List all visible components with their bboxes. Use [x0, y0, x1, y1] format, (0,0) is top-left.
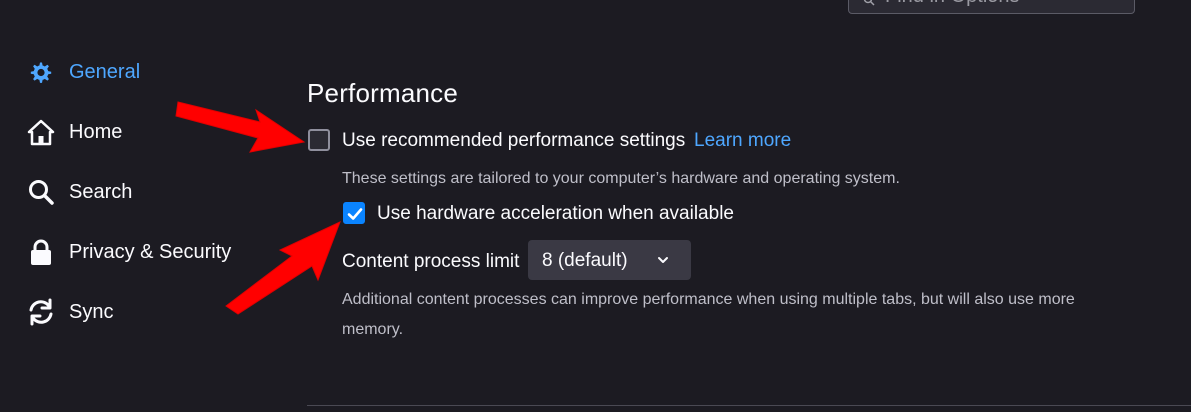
hardware-acceleration-label[interactable]: Use hardware acceleration when available — [377, 203, 734, 225]
sidebar-item-home[interactable]: Home — [26, 112, 122, 152]
sync-icon — [26, 297, 56, 327]
home-icon — [26, 117, 56, 147]
lock-icon — [26, 237, 56, 267]
sidebar-item-general[interactable]: General — [26, 52, 140, 92]
sidebar-item-label: General — [69, 60, 141, 83]
sidebar-item-label: Home — [69, 120, 123, 143]
sidebar-item-search[interactable]: Search — [26, 172, 132, 212]
content-process-limit-value: 8 (default) — [542, 250, 628, 271]
content-process-description-line1: Additional content processes can improve… — [342, 291, 1075, 308]
section-title-performance: Performance — [307, 78, 459, 108]
checkmark-icon — [347, 208, 363, 220]
recommended-performance-description: These settings are tailored to your comp… — [342, 170, 900, 187]
hardware-acceleration-checkbox[interactable] — [343, 202, 365, 224]
learn-more-link[interactable]: Learn more — [694, 130, 791, 152]
sidebar: General Home Search Privacy & Security S… — [0, 0, 280, 412]
sidebar-item-label: Sync — [69, 300, 114, 323]
search-icon — [26, 177, 56, 207]
sidebar-item-label: Privacy & Security — [69, 240, 232, 263]
sidebar-item-privacy-security[interactable]: Privacy & Security — [26, 232, 231, 272]
recommended-performance-checkbox[interactable] — [308, 129, 330, 151]
gear-icon — [26, 57, 56, 87]
search-options-box[interactable]: Find in Options — [848, 0, 1135, 14]
search-icon — [863, 0, 875, 6]
sidebar-item-sync[interactable]: Sync — [26, 292, 113, 332]
sidebar-item-label: Search — [69, 180, 133, 203]
section-divider — [307, 405, 1191, 406]
content-process-limit-label: Content process limit — [342, 251, 520, 272]
search-input[interactable]: Find in Options — [885, 0, 1020, 8]
chevron-down-icon — [656, 253, 670, 267]
content-process-limit-select[interactable]: 8 (default) — [528, 240, 691, 280]
recommended-performance-label[interactable]: Use recommended performance settings — [342, 130, 685, 152]
content-process-description-line2: memory. — [342, 321, 404, 338]
